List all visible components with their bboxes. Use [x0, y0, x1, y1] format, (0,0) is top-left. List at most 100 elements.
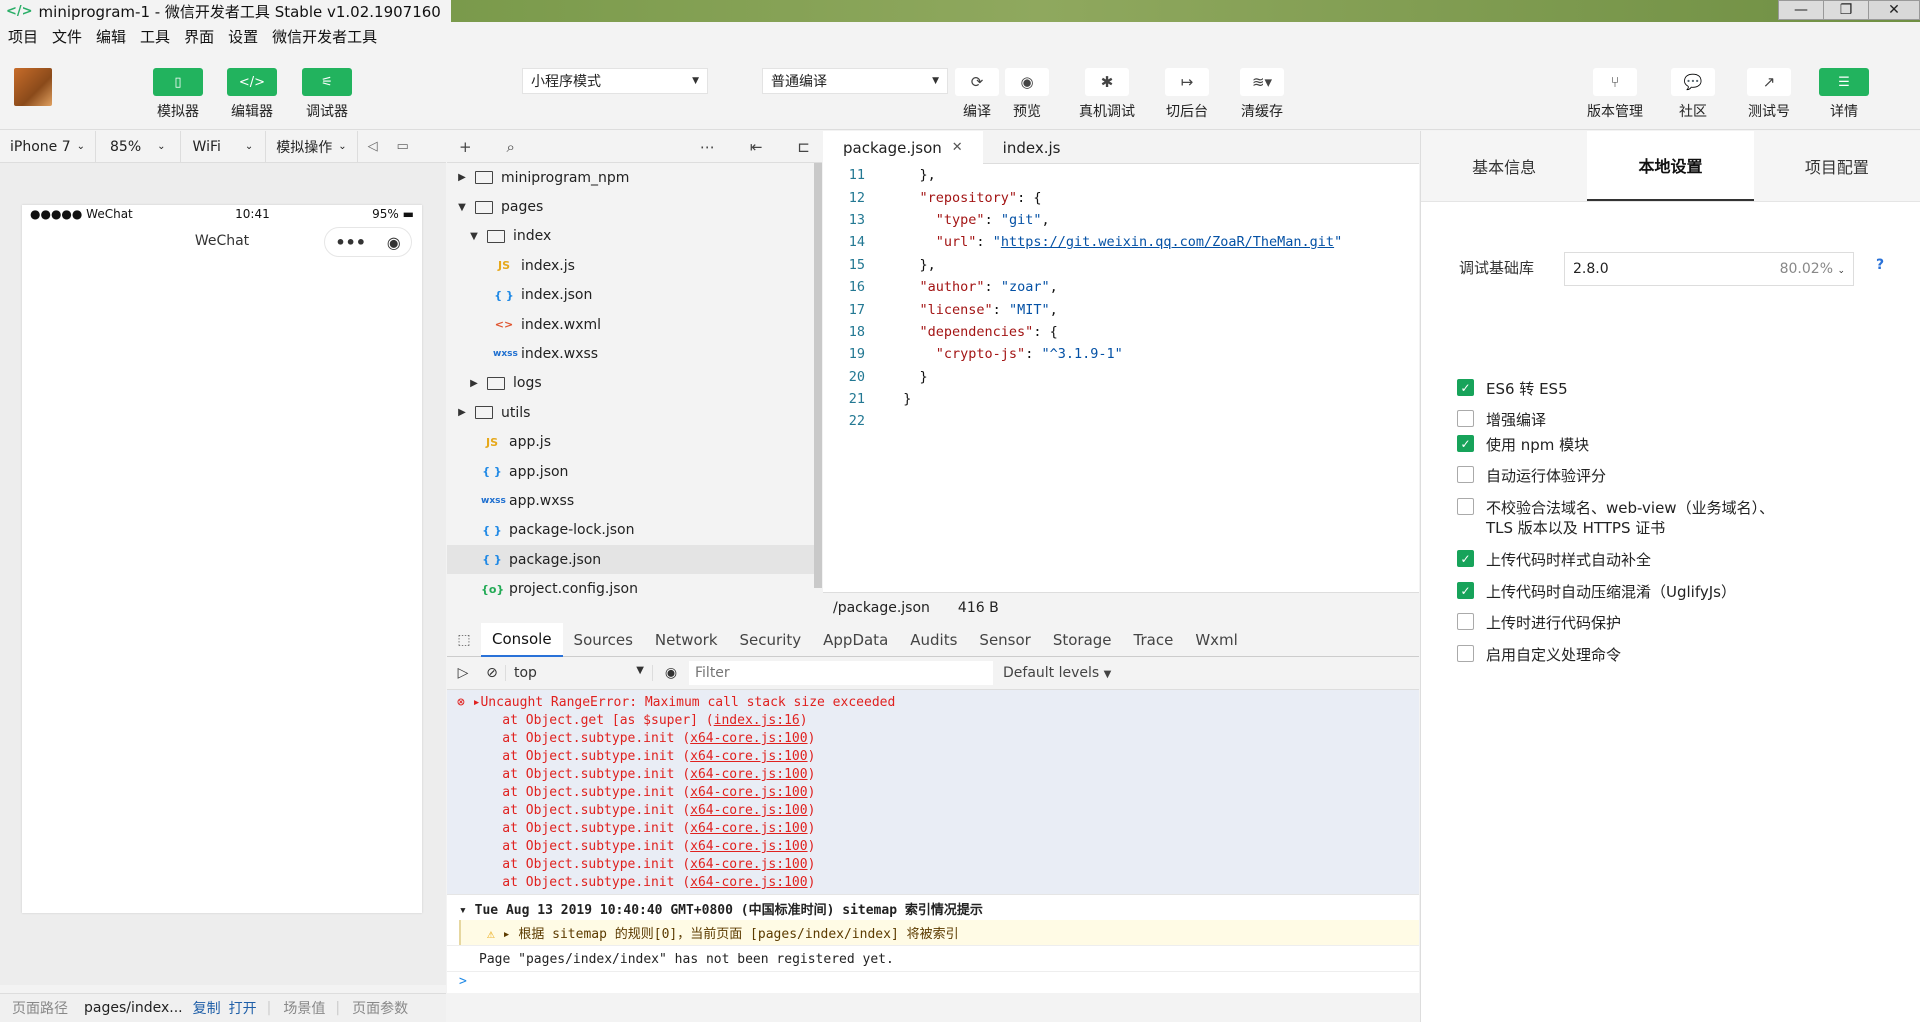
tree-item[interactable]: {o} project.config.json: [447, 574, 822, 603]
checkbox[interactable]: [1457, 410, 1474, 427]
caret-right-icon[interactable]: ▶: [467, 378, 481, 389]
close-icon[interactable]: ✕: [1868, 0, 1920, 20]
more-icon[interactable]: ⋯: [700, 138, 715, 156]
error-header[interactable]: ⊗ ▸Uncaught RangeError: Maximum call sta…: [447, 694, 1419, 712]
caret-down-icon[interactable]: ▼: [455, 202, 469, 213]
setting-option[interactable]: ✓ ES6 转 ES5: [1457, 379, 1797, 399]
scene-value-label[interactable]: 场景值: [283, 998, 325, 1018]
page-params-label[interactable]: 页面参数: [352, 998, 408, 1018]
stack-link[interactable]: x64-core.js:100: [690, 803, 807, 818]
checkbox[interactable]: ✓: [1457, 435, 1474, 452]
caret-right-icon[interactable]: ▶: [455, 407, 469, 418]
setting-option[interactable]: ✓ 上传代码时样式自动补全: [1457, 550, 1797, 570]
avatar[interactable]: [14, 68, 52, 106]
setting-option[interactable]: 启用自定义处理命令: [1457, 645, 1797, 665]
menu-settings[interactable]: 设置: [228, 26, 258, 47]
version-button[interactable]: ⑂ 版本管理: [1583, 68, 1647, 121]
devtools-tab-sensor[interactable]: Sensor: [968, 623, 1041, 657]
stack-link[interactable]: x64-core.js:100: [690, 785, 807, 800]
window-icon[interactable]: ▭: [388, 139, 418, 154]
menu-tools[interactable]: 工具: [140, 26, 170, 47]
open-link[interactable]: 打开: [229, 998, 257, 1018]
checkbox[interactable]: ✓: [1457, 582, 1474, 599]
setting-option[interactable]: 自动运行体验评分: [1457, 466, 1797, 486]
warning-message[interactable]: ⚠ ▸ 根据 sitemap 的规则[0]，当前页面 [pages/index/…: [459, 920, 1419, 945]
background-button[interactable]: ↦ 切后台: [1155, 68, 1219, 121]
tab-basic-info[interactable]: 基本信息: [1421, 131, 1587, 201]
code-editor[interactable]: 11 }, 12 "repository": {13 "type": "git",…: [823, 164, 1419, 592]
levels-select[interactable]: Default levels ▼: [1003, 665, 1111, 681]
mode-select[interactable]: 小程序模式 ▼: [522, 68, 708, 94]
preview-button[interactable]: ◉ 预览: [995, 68, 1059, 121]
checkbox[interactable]: [1457, 498, 1474, 515]
checkbox[interactable]: ✓: [1457, 550, 1474, 567]
devtools-tab-appdata[interactable]: AppData: [812, 623, 899, 657]
tree-item[interactable]: { } package-lock.json: [447, 516, 822, 545]
collapse-icon[interactable]: ⇤: [750, 138, 763, 156]
caret-down-icon[interactable]: ▼: [467, 231, 481, 242]
sidebar-toggle-icon[interactable]: ▷: [447, 665, 479, 681]
stack-link[interactable]: x64-core.js:100: [690, 839, 807, 854]
compile-mode-select[interactable]: 普通编译 ▼: [762, 68, 948, 94]
capsule-button[interactable]: ••• ◉: [324, 227, 412, 257]
add-icon[interactable]: +: [459, 138, 472, 156]
copy-link[interactable]: 复制: [193, 998, 221, 1018]
stack-link[interactable]: index.js:16: [714, 713, 800, 728]
context-select[interactable]: top ▼: [505, 665, 653, 681]
minimize-icon[interactable]: —: [1778, 0, 1824, 20]
setting-option[interactable]: ✓ 上传代码时自动压缩混淆（UglifyJs）: [1457, 582, 1797, 602]
menu-project[interactable]: 项目: [8, 26, 38, 47]
network-select[interactable]: WiFi ⌄: [181, 130, 267, 163]
checkbox[interactable]: [1457, 466, 1474, 483]
tree-item[interactable]: ▶ logs: [447, 369, 822, 398]
devtools-tab-console[interactable]: Console: [481, 622, 563, 657]
tree-item[interactable]: wxss index.wxss: [447, 339, 822, 368]
clear-console-icon[interactable]: ⊘: [479, 665, 505, 681]
more-dots-icon[interactable]: •••: [335, 233, 366, 252]
sidebar-toggle-icon[interactable]: ⊏: [797, 138, 810, 156]
setting-option[interactable]: 上传时进行代码保护: [1457, 613, 1797, 633]
stack-link[interactable]: x64-core.js:100: [690, 767, 807, 782]
checkbox[interactable]: [1457, 645, 1474, 662]
test-account-button[interactable]: ↗ 测试号: [1737, 68, 1801, 121]
maximize-icon[interactable]: ❐: [1823, 0, 1869, 20]
editor-toggle[interactable]: </> 编辑器: [220, 68, 284, 121]
stack-link[interactable]: x64-core.js:100: [690, 821, 807, 836]
caret-right-icon[interactable]: ▶: [455, 172, 469, 183]
devtools-tab-trace[interactable]: Trace: [1123, 623, 1185, 657]
tree-item[interactable]: ▼ pages: [447, 192, 822, 221]
stack-link[interactable]: x64-core.js:100: [690, 749, 807, 764]
tree-item[interactable]: { } package.json: [447, 545, 822, 575]
stack-link[interactable]: x64-core.js:100: [690, 731, 807, 746]
filter-input[interactable]: [689, 661, 993, 685]
tree-item[interactable]: ▶ utils: [447, 398, 822, 427]
tab-package-json[interactable]: package.json ✕: [823, 131, 983, 164]
menu-interface[interactable]: 界面: [184, 26, 214, 47]
details-button[interactable]: ☰ 详情: [1812, 68, 1876, 121]
tree-item[interactable]: JS index.js: [447, 251, 822, 280]
setting-option[interactable]: ✓ 使用 npm 模块: [1457, 435, 1797, 455]
devtools-tab-storage[interactable]: Storage: [1042, 623, 1123, 657]
stack-link[interactable]: x64-core.js:100: [690, 875, 807, 890]
console-prompt[interactable]: >: [447, 971, 1419, 989]
close-circle-icon[interactable]: ◉: [387, 233, 401, 252]
checkbox[interactable]: ✓: [1457, 379, 1474, 396]
clear-cache-button[interactable]: ≋▾ 清缓存: [1230, 68, 1294, 121]
tree-item[interactable]: ▶ miniprogram_npm: [447, 163, 822, 192]
operation-select[interactable]: 模拟操作 ⌄: [266, 130, 358, 163]
tree-item[interactable]: <> index.wxml: [447, 310, 822, 339]
menu-wechat-devtools[interactable]: 微信开发者工具: [272, 26, 377, 47]
console-output[interactable]: ⊗ ▸Uncaught RangeError: Maximum call sta…: [447, 690, 1419, 993]
tree-item[interactable]: ▼ index: [447, 222, 822, 251]
search-icon[interactable]: ⌕: [507, 138, 515, 156]
device-select[interactable]: iPhone 7 ⌄: [0, 130, 97, 163]
eye-icon[interactable]: ◉: [653, 665, 689, 681]
debugger-toggle[interactable]: ⚟ 调试器: [295, 68, 359, 121]
volume-icon[interactable]: ◁: [358, 139, 388, 154]
explorer-scrollbar[interactable]: [814, 163, 822, 588]
tab-index-js[interactable]: index.js: [983, 131, 1081, 164]
help-icon[interactable]: ?: [1876, 257, 1884, 273]
devtools-tab-network[interactable]: Network: [644, 623, 729, 657]
simulator-toggle[interactable]: ▯ 模拟器: [146, 68, 210, 121]
menu-file[interactable]: 文件: [52, 26, 82, 47]
